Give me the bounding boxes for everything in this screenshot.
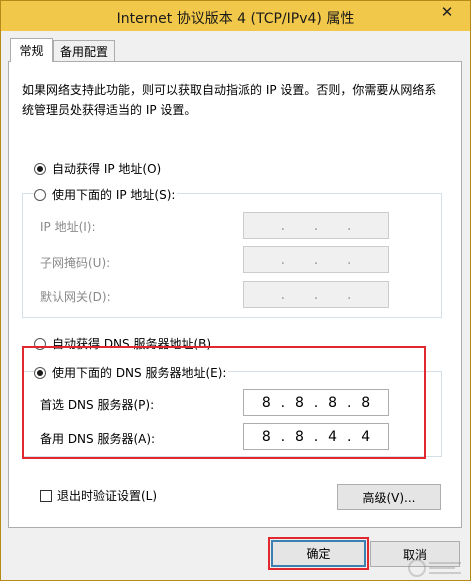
ip-dot: .: [313, 394, 319, 411]
alternate-dns-label: 备用 DNS 服务器(A):: [40, 432, 156, 446]
radio-manual-ip-label: 使用下面的 IP 地址(S):: [52, 188, 176, 202]
ip-dot: .: [280, 286, 286, 303]
description-text: 如果网络支持此功能，则可以获取自动指派的 IP 设置。否则，你需要从网络系统管理…: [22, 83, 437, 117]
preferred-dns-label: 首选 DNS 服务器(P):: [40, 398, 155, 412]
advanced-button[interactable]: 高级(V)...: [337, 484, 441, 510]
tab-general-label: 常规: [19, 44, 44, 58]
ip-dot: .: [346, 286, 352, 303]
ip-dot: .: [280, 394, 286, 411]
dns-octet: 8: [328, 394, 338, 411]
radio-manual-dns-indicator[interactable]: [34, 366, 46, 379]
tab-alternate-config[interactable]: 备用配置: [53, 40, 115, 62]
ip-address-label: IP 地址(I):: [40, 220, 96, 234]
radio-auto-ip[interactable]: 自动获得 IP 地址(O): [34, 160, 164, 177]
alternate-dns-field[interactable]: 8. 8. 4. 4: [243, 423, 389, 450]
subnet-mask-label: 子网掩码(U):: [40, 256, 111, 270]
window-title: Internet 协议版本 4 (TCP/IPv4) 属性: [116, 11, 355, 27]
dns-octet: 8: [294, 428, 304, 445]
watermark-logo: [408, 559, 461, 577]
radio-auto-dns-indicator[interactable]: [34, 337, 46, 350]
ip-dot: .: [346, 394, 352, 411]
radio-manual-dns-label: 使用下面的 DNS 服务器地址(E):: [52, 366, 227, 380]
advanced-button-label: 高级(V)...: [362, 490, 416, 505]
ip-dot: .: [280, 217, 286, 234]
ok-button[interactable]: 确定: [271, 540, 366, 567]
ip-dot: .: [346, 251, 352, 268]
dns-octet: 8: [261, 428, 271, 445]
ip-dot: .: [313, 217, 319, 234]
ip-dot: .: [313, 251, 319, 268]
dns-octet: 4: [328, 428, 338, 445]
ip-dot: .: [280, 251, 286, 268]
ip-dot: .: [313, 286, 319, 303]
subnet-mask-field[interactable]: ...: [243, 246, 389, 273]
ip-address-field[interactable]: ...: [243, 212, 389, 239]
validate-on-exit-checkbox[interactable]: 退出时验证设置(L): [40, 487, 157, 504]
dns-octet: 8: [294, 394, 304, 411]
radio-auto-dns-label: 自动获得 DNS 服务器地址(B): [52, 337, 212, 351]
dns-octet: 8: [261, 394, 271, 411]
default-gateway-label: 默认网关(D):: [40, 290, 111, 304]
radio-manual-ip[interactable]: 使用下面的 IP 地址(S):: [34, 186, 178, 203]
title-bar[interactable]: Internet 协议版本 4 (TCP/IPv4) 属性 ✕: [1, 1, 470, 31]
ip-dot: .: [313, 428, 319, 445]
default-gateway-field[interactable]: ...: [243, 281, 389, 308]
radio-auto-ip-label: 自动获得 IP 地址(O): [52, 162, 162, 176]
ok-button-label: 确定: [306, 547, 331, 561]
radio-manual-ip-indicator[interactable]: [34, 188, 46, 201]
tab-general[interactable]: 常规: [10, 38, 53, 62]
close-button[interactable]: ✕: [432, 1, 462, 23]
dns-octet: 8: [361, 394, 371, 411]
dns-octet: 4: [361, 428, 371, 445]
validate-on-exit-label: 退出时验证设置(L): [57, 489, 158, 503]
ip-dot: .: [280, 428, 286, 445]
ip-dot: .: [346, 428, 352, 445]
preferred-dns-field[interactable]: 8. 8. 8. 8: [243, 389, 389, 416]
radio-manual-dns[interactable]: 使用下面的 DNS 服务器地址(E):: [34, 364, 229, 381]
ip-dot: .: [346, 217, 352, 234]
radio-auto-ip-indicator[interactable]: [34, 162, 46, 175]
validate-on-exit-box[interactable]: [40, 489, 52, 502]
tab-alternate-config-label: 备用配置: [59, 45, 108, 59]
radio-auto-dns[interactable]: 自动获得 DNS 服务器地址(B): [34, 335, 214, 352]
close-icon: ✕: [440, 3, 454, 21]
